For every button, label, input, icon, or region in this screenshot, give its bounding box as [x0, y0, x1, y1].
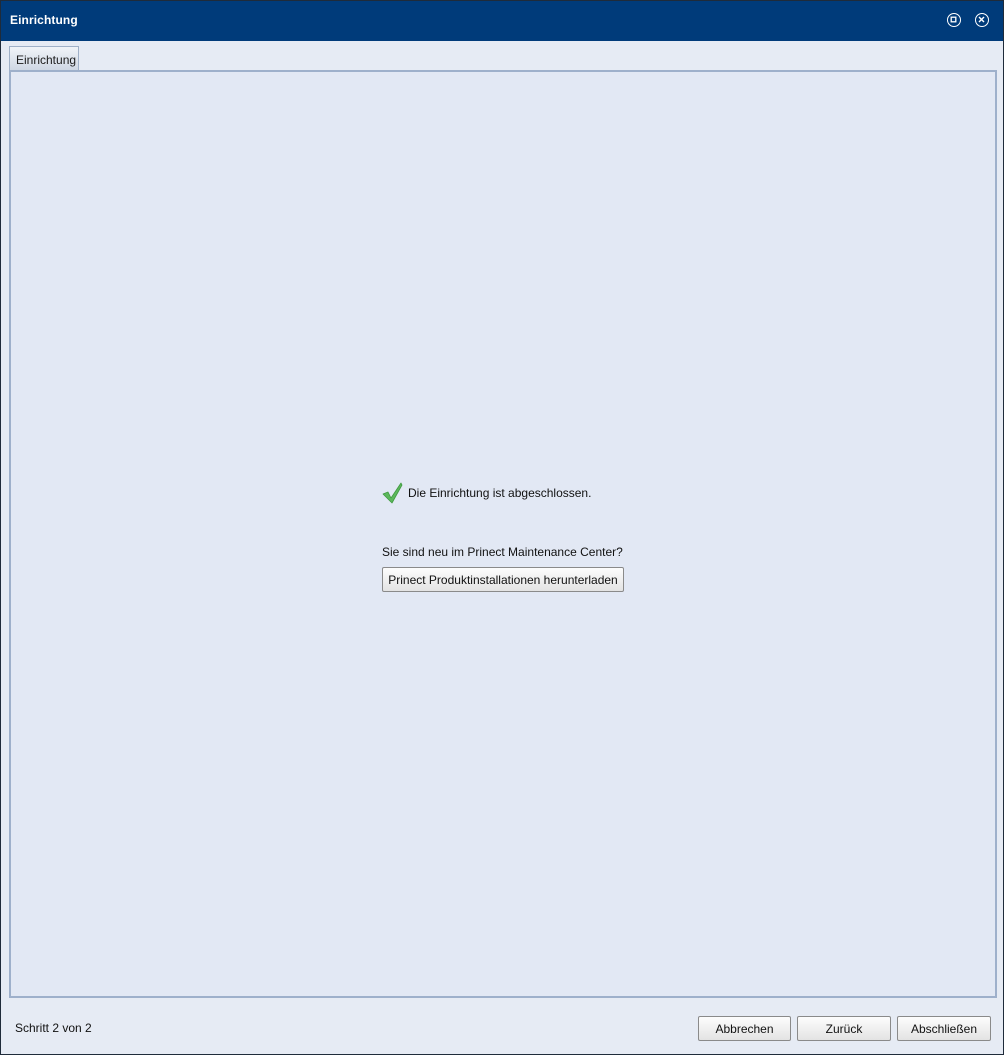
back-button[interactable]: Zurück	[797, 1016, 891, 1041]
new-user-question: Sie sind neu im Prinect Maintenance Cent…	[382, 545, 623, 559]
content-panel	[9, 70, 997, 998]
checkmark-icon	[382, 482, 403, 504]
download-installations-button[interactable]: Prinect Produktinstallationen herunterla…	[382, 567, 624, 592]
success-message: Die Einrichtung ist abgeschlossen.	[408, 486, 592, 500]
close-icon[interactable]	[975, 13, 989, 27]
cancel-button[interactable]: Abbrechen	[698, 1016, 791, 1041]
step-status: Schritt 2 von 2	[15, 1021, 92, 1035]
window-title: Einrichtung	[10, 13, 78, 27]
maximize-icon[interactable]	[947, 13, 961, 27]
title-bar[interactable]: Einrichtung	[1, 1, 1003, 41]
tab-einrichtung[interactable]: Einrichtung	[9, 46, 79, 71]
finish-button[interactable]: Abschließen	[897, 1016, 991, 1041]
setup-dialog: Einrichtung Einrichtung Die Einrichtung …	[0, 0, 1004, 1055]
